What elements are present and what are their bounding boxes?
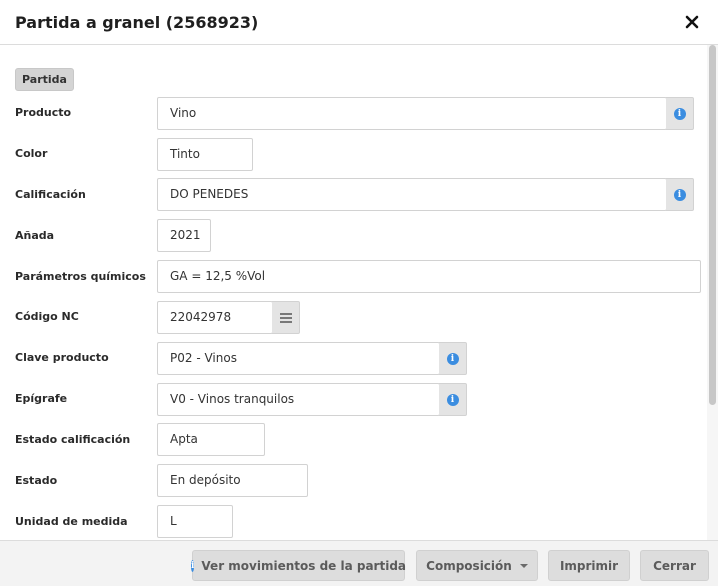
cerrar-label: Cerrar: [653, 558, 696, 573]
anada-label: Añada: [15, 229, 55, 242]
imprimir-button[interactable]: Imprimir: [548, 550, 630, 581]
parametros-label: Parámetros químicos: [15, 270, 146, 283]
producto-label: Producto: [15, 106, 72, 119]
imprimir-label: Imprimir: [559, 558, 619, 573]
unidad-medida-label: Unidad de medida: [15, 515, 128, 528]
menu-icon: [279, 312, 292, 323]
scrollbar[interactable]: [707, 45, 718, 540]
color-field[interactable]: Tinto: [157, 138, 253, 171]
ver-movimientos-button[interactable]: i Ver movimientos de la partida: [191, 550, 407, 581]
codigo-nc-field[interactable]: 22042978: [157, 301, 273, 334]
info-icon: i: [446, 352, 459, 365]
calificacion-field[interactable]: DO PENEDES: [157, 178, 667, 211]
info-icon: i: [446, 393, 459, 406]
epigrafe-info-button[interactable]: i: [439, 383, 467, 416]
producto-field[interactable]: Vino: [157, 97, 667, 130]
cerrar-button[interactable]: Cerrar: [640, 550, 709, 581]
clave-producto-field[interactable]: P02 - Vinos: [157, 342, 440, 375]
calificacion-label: Calificación: [15, 188, 86, 201]
unidad-medida-field[interactable]: L: [157, 505, 233, 538]
dialog-header: Partida a granel (2568923): [0, 0, 718, 45]
clave-producto-label: Clave producto: [15, 351, 109, 364]
codigo-nc-menu-button[interactable]: [272, 301, 300, 334]
composicion-button[interactable]: Composición: [416, 550, 538, 581]
info-icon: i: [191, 559, 195, 572]
producto-info-button[interactable]: i: [666, 97, 694, 130]
dialog-title: Partida a granel (2568923): [15, 13, 259, 32]
calificacion-info-button[interactable]: i: [666, 178, 694, 211]
estado-field[interactable]: En depósito: [157, 464, 308, 497]
composicion-label: Composición: [426, 558, 512, 573]
estado-calificacion-field[interactable]: Apta: [157, 423, 265, 456]
estado-calificacion-label: Estado calificación: [15, 433, 131, 446]
close-button[interactable]: [682, 12, 702, 32]
color-label: Color: [15, 147, 48, 160]
epigrafe-field[interactable]: V0 - Vinos tranquilos: [157, 383, 440, 416]
dialog-footer: i Ver movimientos de la partida Composic…: [0, 540, 718, 586]
ver-movimientos-label: Ver movimientos de la partida: [201, 558, 407, 573]
info-icon: i: [673, 188, 686, 201]
close-icon: [685, 15, 699, 29]
dialog-body: Partida Producto Vino i Color Tinto Cali…: [0, 46, 707, 540]
caret-down-icon: [519, 563, 528, 568]
estado-label: Estado: [15, 474, 58, 487]
anada-field[interactable]: 2021: [157, 219, 211, 252]
parametros-field[interactable]: GA = 12,5 %Vol: [157, 260, 701, 293]
scrollbar-thumb[interactable]: [709, 45, 716, 405]
info-icon: i: [673, 107, 686, 120]
section-tag-partida: Partida: [15, 68, 74, 91]
codigo-nc-label: Código NC: [15, 310, 79, 323]
epigrafe-label: Epígrafe: [15, 392, 68, 405]
clave-producto-info-button[interactable]: i: [439, 342, 467, 375]
